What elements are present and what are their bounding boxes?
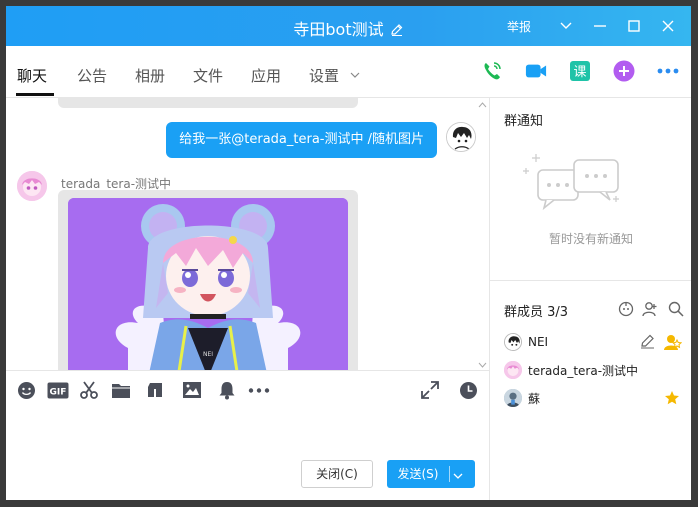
group-sidebar: 群通知 暂时没有新通知 群成员 3/3 NEI terada_tera-测试中 … (489, 98, 691, 500)
send-button[interactable]: 发送(S) (387, 460, 475, 488)
member-item[interactable]: terada_tera-测试中 (504, 360, 638, 380)
input-toolbar: GIF (6, 370, 489, 408)
edit-icon[interactable] (640, 334, 655, 353)
tab-announcements[interactable]: 公告 (77, 65, 107, 86)
send-divider (449, 466, 450, 482)
outgoing-message-bubble[interactable]: 给我一张@terada_tera-测试中 /随机图片 (166, 122, 437, 158)
add-member-icon[interactable] (642, 301, 658, 321)
svg-text:NEI: NEI (203, 351, 213, 358)
anime-girl-image[interactable]: NEI (68, 198, 348, 370)
add-app-icon[interactable] (613, 60, 635, 82)
gif-icon[interactable]: GIF (46, 380, 70, 400)
more-icon[interactable] (248, 380, 270, 400)
tab-settings-label: 设置 (309, 67, 340, 85)
member-item[interactable]: 蘇 (504, 388, 540, 408)
scroll-down-icon[interactable] (478, 360, 487, 370)
scroll-up-icon[interactable] (478, 100, 487, 111)
video-call-icon[interactable] (525, 60, 547, 82)
member-list-mode-icon[interactable] (618, 301, 634, 321)
window-controls: 举报 (507, 17, 681, 35)
tab-album[interactable]: 相册 (135, 65, 165, 86)
search-icon[interactable] (668, 301, 684, 321)
close-button[interactable]: 关闭(C) (301, 460, 373, 488)
notice-title: 群通知 (504, 114, 544, 129)
chevron-down-icon[interactable] (553, 17, 579, 35)
bell-icon[interactable] (217, 380, 237, 400)
member-item[interactable]: NEI (504, 332, 548, 352)
image-icon[interactable] (182, 380, 202, 400)
tab-bar: 聊天 公告 相册 文件 应用 设置 课 (6, 46, 691, 98)
member-name: 蘇 (528, 391, 541, 406)
members-title: 群成员 3/3 (504, 305, 569, 320)
history-icon[interactable] (458, 380, 478, 400)
owner-star-icon (664, 390, 680, 410)
report-button[interactable]: 举报 (507, 18, 531, 35)
emoji-icon[interactable] (16, 380, 36, 400)
avatar (504, 333, 522, 351)
more-icon[interactable] (657, 60, 679, 82)
tab-chat[interactable]: 聊天 (17, 65, 47, 86)
close-window-button[interactable] (655, 17, 681, 35)
class-icon[interactable]: 课 (569, 60, 591, 82)
previous-message-bubble (58, 98, 358, 108)
gif-label: GIF (50, 387, 67, 397)
class-label: 课 (573, 65, 586, 80)
title-bar: 寺田bot测试 举报 (6, 6, 691, 46)
member-name: NEI (528, 335, 549, 349)
tab-settings[interactable]: 设置 (309, 65, 360, 86)
tab-files[interactable]: 文件 (193, 65, 223, 86)
avatar (504, 389, 522, 407)
admin-badge-icon (664, 333, 683, 355)
avatar[interactable] (17, 171, 47, 201)
group-name: 寺田bot测试 (293, 20, 384, 39)
tab-actions: 课 (481, 60, 691, 82)
maximize-button[interactable] (621, 17, 647, 35)
music-icon[interactable] (145, 380, 165, 400)
avatar[interactable] (446, 122, 476, 152)
edit-name-icon[interactable] (390, 22, 404, 41)
avatar (504, 361, 522, 379)
chevron-down-icon (350, 72, 360, 78)
message-area[interactable]: 给我一张@terada_tera-测试中 /随机图片 terada_tera-测… (6, 98, 489, 370)
screenshot-scissors-icon[interactable] (79, 380, 99, 400)
tab-apps[interactable]: 应用 (251, 65, 281, 86)
member-name: terada_tera-测试中 (528, 363, 639, 378)
expand-icon[interactable] (420, 380, 440, 400)
sidebar-divider (490, 280, 691, 281)
qq-group-chat-window: 寺田bot测试 举报 聊天 公告 相册 文件 应用 设置 课 给我一张@tera… (6, 6, 691, 500)
message-input[interactable] (6, 408, 489, 448)
notice-empty-text: 暂时没有新通知 (548, 232, 633, 246)
minimize-button[interactable] (587, 17, 613, 35)
active-tab-indicator (16, 93, 54, 96)
empty-notice-illustration-icon (520, 140, 632, 220)
send-label: 发送(S) (397, 467, 439, 481)
folder-icon[interactable] (111, 380, 131, 400)
send-options-chevron-icon[interactable] (453, 469, 463, 483)
phone-icon[interactable] (481, 60, 503, 82)
